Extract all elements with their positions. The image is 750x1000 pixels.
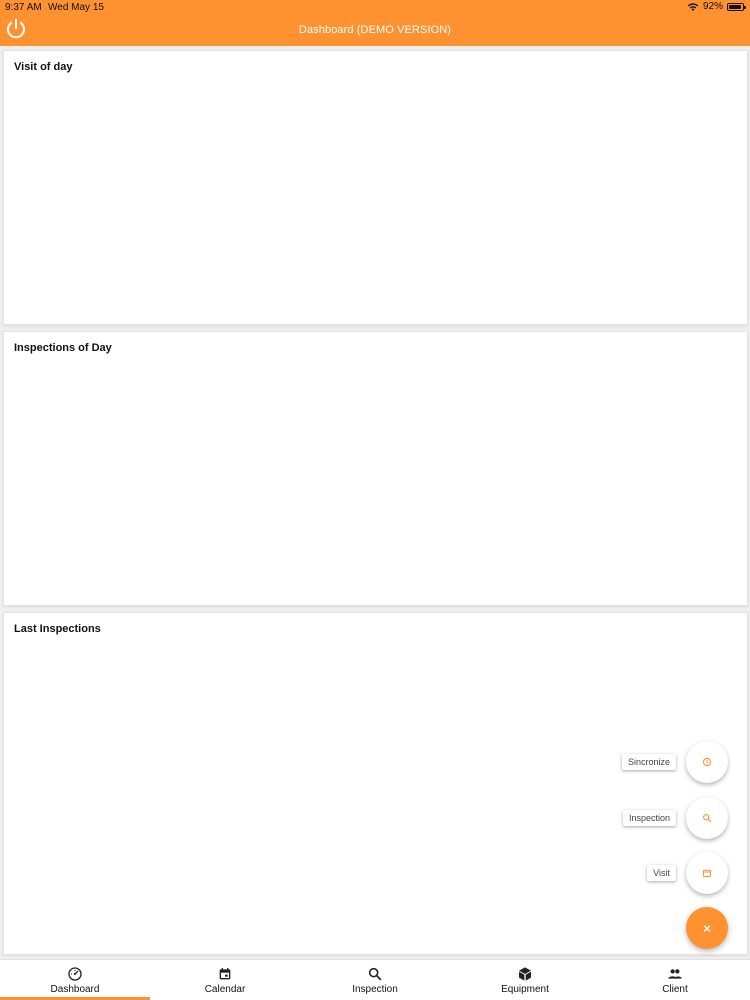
nav-label-calendar: Calendar xyxy=(204,984,246,995)
last-inspections-title: Last Inspections xyxy=(14,623,101,635)
status-bar: 9:37 AM Wed May 15 92% xyxy=(0,0,750,16)
nav-label-client: Client xyxy=(662,984,688,995)
nav-label-dashboard: Dashboard xyxy=(50,984,100,995)
fab-sincronize-row: Sincronize xyxy=(621,741,728,783)
close-icon: × xyxy=(703,920,711,936)
people-icon xyxy=(668,969,682,979)
visit-of-day-card: Visit of day xyxy=(3,50,748,325)
cube-icon xyxy=(519,967,531,981)
nav-item-dashboard[interactable]: Dashboard xyxy=(0,960,150,1000)
nav-label-inspection: Inspection xyxy=(352,984,398,995)
last-inspections-card: Last Inspections xyxy=(3,612,748,955)
battery-level xyxy=(729,4,741,9)
page-title: Dashboard (DEMO VERSION) xyxy=(298,24,452,36)
dashboard-icon xyxy=(68,967,82,981)
visit-label[interactable]: Visit xyxy=(647,865,676,881)
sincronize-button[interactable] xyxy=(686,741,728,783)
nav-item-client[interactable]: Client xyxy=(600,960,750,1000)
fab-inspection-row: Inspection xyxy=(622,797,728,839)
nav-item-calendar[interactable]: Calendar xyxy=(150,960,300,1000)
inspection-label[interactable]: Inspection xyxy=(622,810,676,826)
status-date: Wed May 15 xyxy=(48,2,104,13)
inspections-of-day-title: Inspections of Day xyxy=(14,342,112,354)
calendar-icon xyxy=(219,968,231,980)
status-indicators: 92% xyxy=(687,1,746,12)
inspection-button[interactable] xyxy=(686,797,728,839)
app-header: 9:37 AM Wed May 15 92% Dashboard (DEMO V… xyxy=(0,0,750,46)
status-time: 9:37 AM xyxy=(5,2,42,13)
search-icon xyxy=(368,967,382,981)
visit-of-day-title: Visit of day xyxy=(14,61,73,73)
sincronize-label[interactable]: Sincronize xyxy=(621,754,676,770)
fab-close-button[interactable]: × xyxy=(686,907,728,949)
visit-button[interactable] xyxy=(686,852,728,894)
fab-visit-row: Visit xyxy=(647,852,728,894)
battery-percent: 92% xyxy=(702,1,723,12)
search-icon xyxy=(703,814,712,823)
calendar-icon xyxy=(703,869,711,878)
nav-item-equipment[interactable]: Equipment xyxy=(450,960,600,1000)
bottom-nav: Dashboard Calendar Inspection Equipment xyxy=(0,959,750,1000)
nav-item-inspection[interactable]: Inspection xyxy=(300,960,450,1000)
battery-icon xyxy=(727,2,746,11)
nav-label-equipment: Equipment xyxy=(501,984,549,995)
inspections-of-day-card: Inspections of Day xyxy=(3,331,748,606)
sync-icon xyxy=(702,757,712,767)
wifi-icon xyxy=(687,2,699,11)
